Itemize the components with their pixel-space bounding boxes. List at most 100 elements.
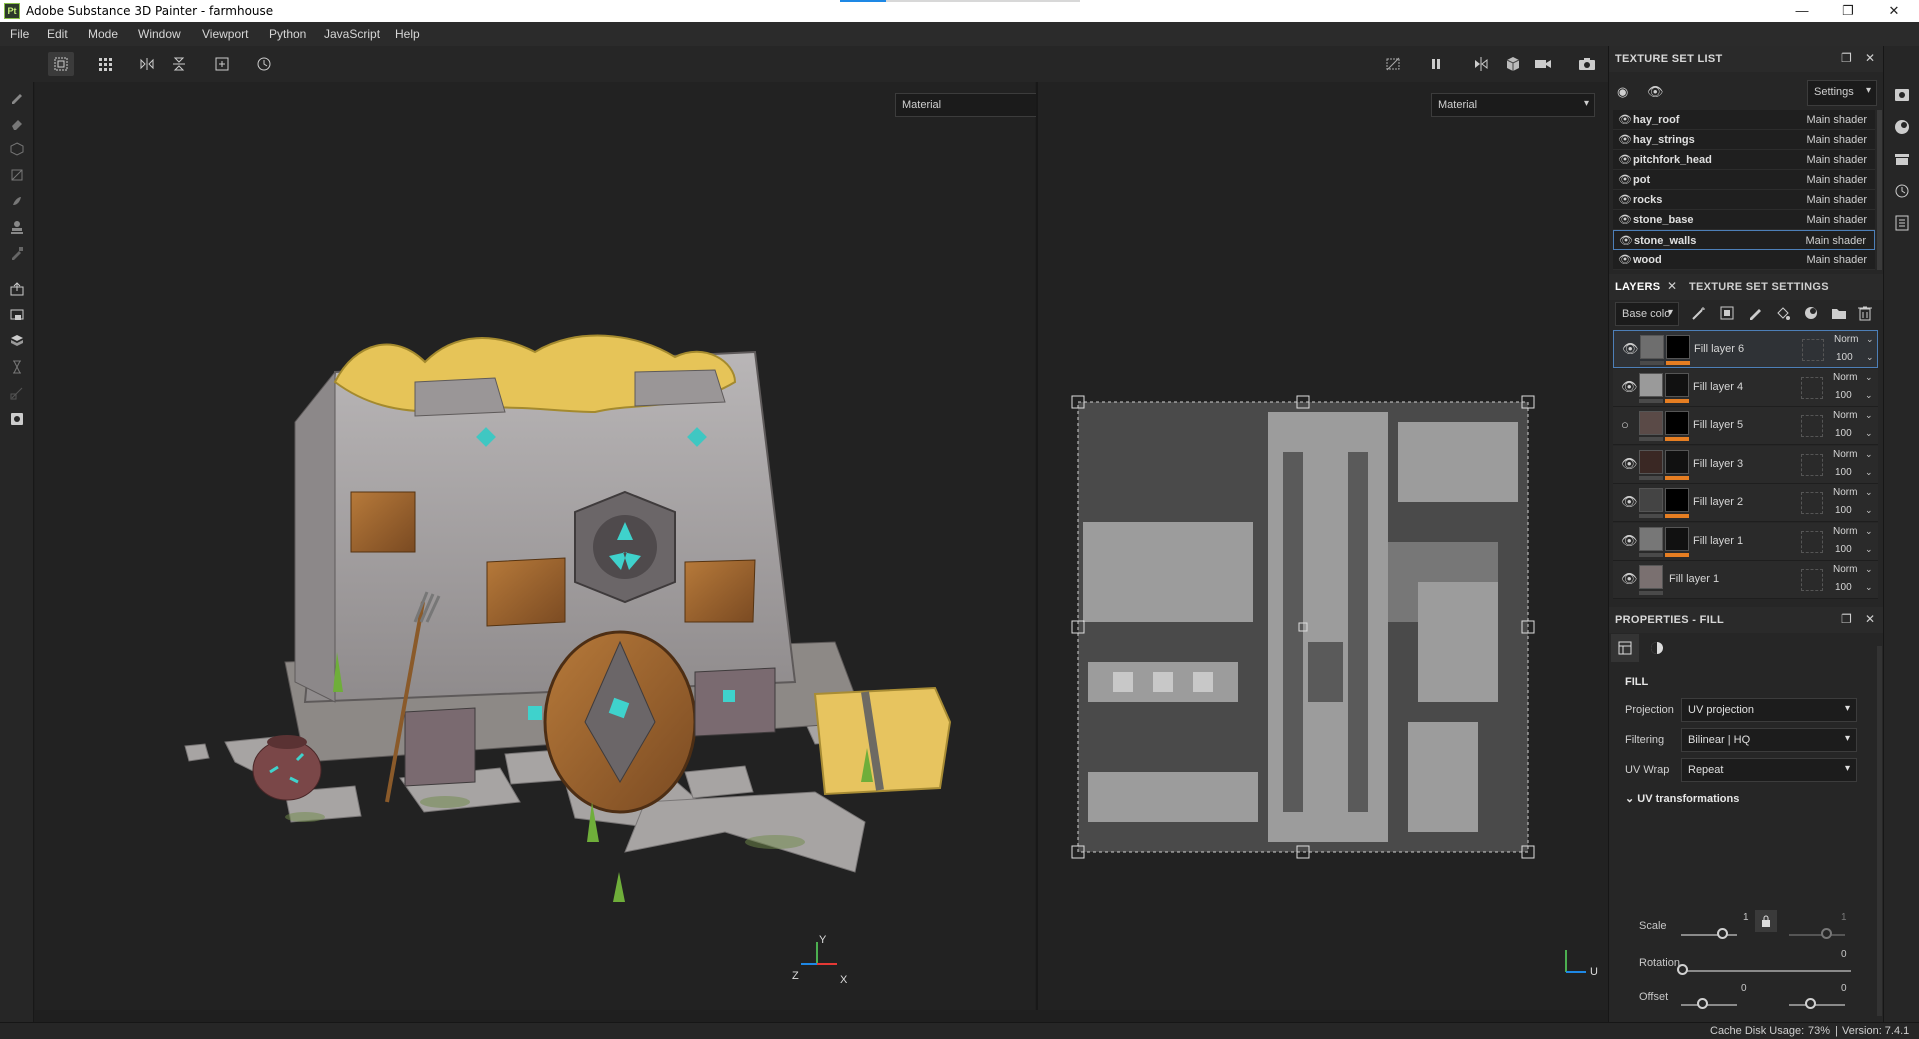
menu-window[interactable]: Window [138, 27, 181, 41]
float-panel-icon[interactable]: ❐ [1841, 51, 1852, 65]
menu-mode[interactable]: Mode [88, 27, 118, 41]
layer-blend-mode[interactable]: Norm [1833, 564, 1857, 575]
delete-layer-icon[interactable] [1857, 305, 1873, 321]
effects-icon[interactable] [1803, 305, 1819, 321]
scale-slider-1[interactable] [1681, 934, 1737, 936]
layer-name[interactable]: Fill layer 2 [1693, 496, 1743, 508]
close-button[interactable]: ✕ [1871, 2, 1917, 20]
screenshot-camera-icon[interactable] [1574, 52, 1600, 76]
log-icon[interactable] [1893, 214, 1911, 232]
layer-effect-slot[interactable] [1801, 492, 1823, 514]
offset-slider-2[interactable] [1789, 1004, 1845, 1006]
layer-blend-mode[interactable]: Norm [1833, 372, 1857, 383]
uv-texture-preview[interactable] [1068, 392, 1538, 862]
hide-overlay-icon[interactable] [1380, 52, 1406, 76]
layer-opacity[interactable]: 100 [1835, 390, 1852, 401]
layer-row[interactable]: 👁 Fill layer 6 Norm ⌄ 100 ⌄ [1613, 330, 1878, 368]
layer-opacity[interactable]: 100 [1835, 582, 1852, 593]
timer-icon[interactable] [6, 356, 28, 378]
layer-row[interactable]: 👁 Fill layer 3 Norm ⌄ 100 ⌄ [1613, 445, 1878, 484]
fill-properties-tab-icon[interactable] [1611, 634, 1639, 662]
mirror-horizontal-icon[interactable] [134, 52, 160, 76]
eye-hidden-icon[interactable]: ○ [1621, 417, 1629, 432]
texture-set-shader[interactable]: Main shader [1805, 235, 1866, 247]
layer-name[interactable]: Fill layer 4 [1693, 381, 1743, 393]
layer-blend-mode[interactable]: Norm [1833, 487, 1857, 498]
layer-effect-slot[interactable] [1801, 415, 1823, 437]
magic-wand-icon[interactable] [1691, 305, 1707, 321]
menu-edit[interactable]: Edit [47, 27, 68, 41]
layer-name[interactable]: Fill layer 5 [1693, 419, 1743, 431]
eye-icon[interactable]: 👁 [1619, 234, 1633, 247]
texture-set-row[interactable]: 👁 pitchfork_head Main shader [1613, 150, 1875, 170]
layer-row[interactable]: 👁 Fill layer 2 Norm ⌄ 100 ⌄ [1613, 484, 1878, 522]
texture-set-shader[interactable]: Main shader [1806, 134, 1867, 146]
menu-help[interactable]: Help [395, 27, 420, 41]
viewport-2d[interactable]: Material ▾ U [1038, 82, 1608, 1010]
offset-slider-1[interactable] [1681, 1004, 1737, 1006]
eye-icon[interactable]: 👁 [1618, 133, 1632, 146]
layer-row[interactable]: 👁 Fill layer 1 Norm ⌄ 100 ⌄ [1613, 522, 1878, 561]
layer-blend-mode[interactable]: Norm [1833, 449, 1857, 460]
menu-javascript[interactable]: JavaScript [324, 27, 380, 41]
layer-name[interactable]: Fill layer 6 [1694, 343, 1744, 355]
scale-slider-2[interactable] [1789, 934, 1845, 936]
grid-select-icon[interactable] [48, 52, 74, 76]
eye-icon[interactable]: 👁 [1621, 456, 1638, 472]
offset-knob-2[interactable] [1805, 998, 1816, 1009]
layer-row[interactable]: ○ Fill layer 5 Norm ⌄ 100 ⌄ [1613, 407, 1878, 445]
eye-icon[interactable]: 👁 [1621, 571, 1638, 587]
visibility-toggle-icon[interactable]: ◉ [1617, 84, 1628, 100]
layer-name[interactable]: Fill layer 3 [1693, 458, 1743, 470]
texture-set-row[interactable]: 👁 pot Main shader [1613, 170, 1875, 190]
eye-icon[interactable]: 👁 [1618, 253, 1632, 266]
history-icon[interactable] [251, 52, 277, 76]
scale-knob-2[interactable] [1821, 928, 1832, 939]
link-icon[interactable] [6, 382, 28, 404]
menu-viewport[interactable]: Viewport [202, 27, 248, 41]
texture-set-row[interactable]: 👁 rocks Main shader [1613, 190, 1875, 210]
pause-icon[interactable] [1423, 52, 1449, 76]
layer-row[interactable]: 👁 Fill layer 4 Norm ⌄ 100 ⌄ [1613, 368, 1878, 407]
texture-set-row[interactable]: 👁 wood Main shader [1613, 250, 1875, 270]
maximize-button[interactable]: ❐ [1825, 2, 1871, 20]
layer-effect-slot[interactable] [1801, 453, 1823, 476]
tab-layers[interactable]: LAYERS [1615, 281, 1660, 293]
cube-icon[interactable] [1500, 52, 1526, 76]
folder-icon[interactable] [1831, 305, 1847, 321]
eye-icon[interactable]: 👁 [1618, 113, 1632, 126]
layer-effect-slot[interactable] [1801, 530, 1823, 553]
layer-blend-mode[interactable]: Norm [1834, 334, 1858, 345]
layer-opacity[interactable]: 100 [1835, 505, 1852, 516]
settings-dropdown[interactable]: Settings ▾ [1807, 80, 1877, 106]
layer-opacity[interactable]: 100 [1836, 352, 1853, 363]
eye-icon[interactable]: 👁 [1647, 84, 1664, 100]
viewport-3d[interactable]: Material ▾ [35, 82, 1061, 1010]
channel-dropdown-2d[interactable]: Material ▾ [1431, 93, 1595, 117]
camera-video-icon[interactable] [1530, 52, 1556, 76]
shader-settings-icon[interactable] [1893, 118, 1911, 136]
layer-effect-slot[interactable] [1802, 339, 1824, 361]
display-settings-icon[interactable] [6, 408, 28, 430]
eye-icon[interactable]: 👁 [1621, 494, 1638, 510]
layer-name[interactable]: Fill layer 1 [1669, 573, 1719, 585]
smudge-icon[interactable] [6, 190, 28, 212]
layer-opacity[interactable]: 100 [1835, 467, 1852, 478]
close-panel-icon[interactable]: ✕ [1865, 51, 1875, 65]
add-frame-icon[interactable] [209, 52, 235, 76]
split-view-icon[interactable] [1468, 52, 1494, 76]
display-settings-icon[interactable] [1893, 86, 1911, 104]
grid-dots-icon[interactable] [92, 52, 118, 76]
eye-icon[interactable]: 👁 [1618, 173, 1632, 186]
history-icon[interactable] [1893, 182, 1911, 200]
clone-stamp-icon[interactable] [6, 216, 28, 238]
polygon-fill-icon[interactable] [6, 164, 28, 186]
filtering-select[interactable]: Bilinear | HQ ▾ [1681, 728, 1857, 752]
texture-set-shader[interactable]: Main shader [1806, 114, 1867, 126]
rotation-slider[interactable] [1681, 970, 1851, 972]
close-panel-icon[interactable]: ✕ [1865, 612, 1875, 626]
minimize-button[interactable]: — [1779, 2, 1825, 20]
layer-blend-mode[interactable]: Norm [1833, 410, 1857, 421]
rotation-knob[interactable] [1677, 964, 1688, 975]
texture-set-shader[interactable]: Main shader [1806, 154, 1867, 166]
